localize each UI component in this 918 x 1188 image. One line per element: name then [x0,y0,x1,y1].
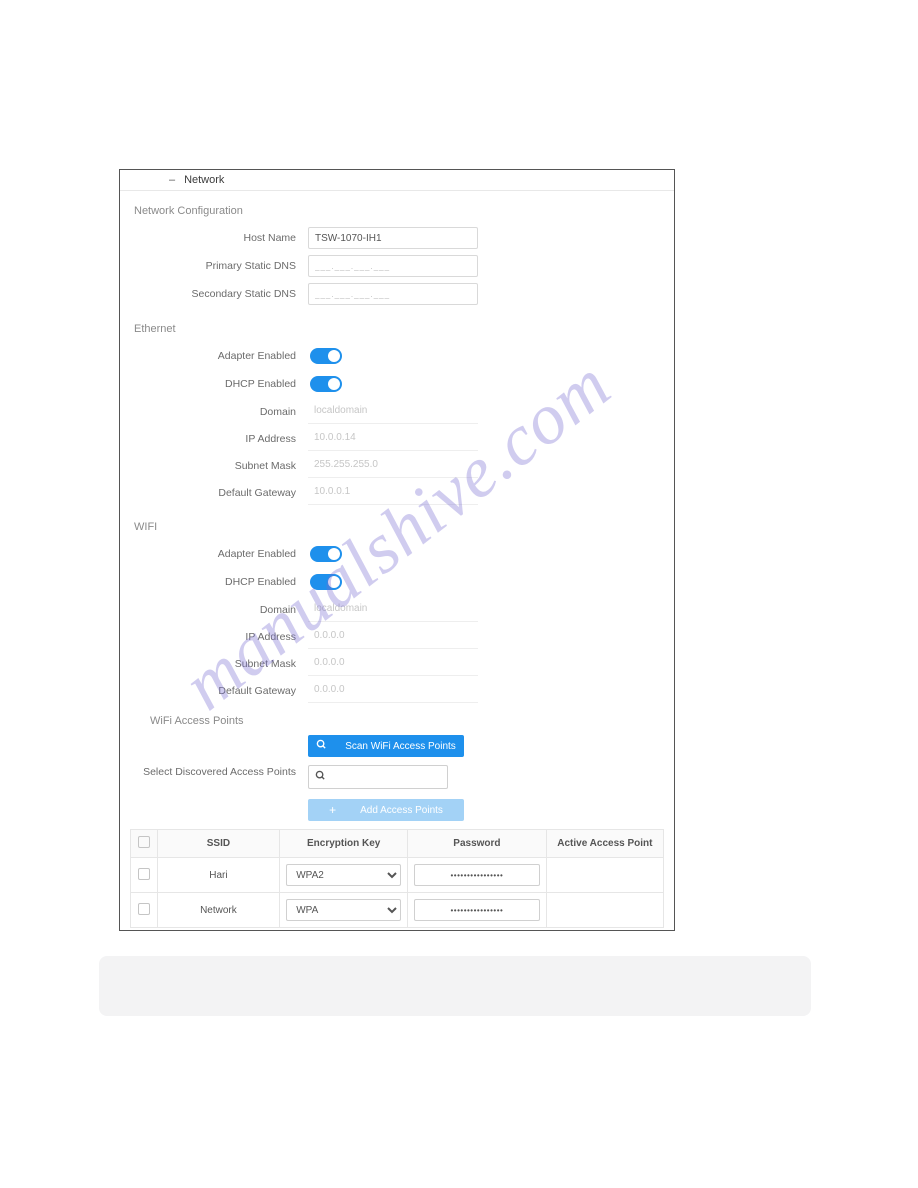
table-row: Hari WPA2 [131,858,664,893]
scan-wifi-label: Scan WiFi Access Points [345,741,456,752]
row-checkbox[interactable] [138,868,150,880]
label-primary-dns: Primary Static DNS [120,260,308,272]
password-input[interactable] [414,899,540,921]
label-wifi-subnet: Subnet Mask [120,658,308,670]
collapse-icon: – [168,174,176,186]
label-eth-subnet: Subnet Mask [120,460,308,472]
label-eth-dhcp-enabled: DHCP Enabled [120,378,308,390]
add-ap-label: Add Access Points [360,805,443,816]
wifi-ip-value: 0.0.0.0 [308,625,478,649]
encryption-select[interactable]: WPA2 [286,864,401,886]
label-eth-ip: IP Address [120,433,308,445]
eth-adapter-toggle[interactable] [310,348,342,364]
primary-dns-input[interactable] [308,255,478,277]
label-select-discovered: Select Discovered Access Points [120,761,308,778]
discovered-ap-search[interactable] [308,765,448,789]
wifi-adapter-toggle[interactable] [310,546,342,562]
th-password: Password [408,830,547,858]
accordion-title: Network [184,174,224,186]
active-cell [546,893,663,928]
section-ethernet: Ethernet [120,309,674,341]
th-encryption: Encryption Key [280,830,408,858]
search-icon [315,770,326,784]
wifi-dhcp-toggle[interactable] [310,574,342,590]
eth-dhcp-toggle[interactable] [310,376,342,392]
th-ssid: SSID [157,830,280,858]
label-host-name: Host Name [120,232,308,244]
accordion-header-network[interactable]: – Network [120,170,674,191]
th-active: Active Access Point [546,830,663,858]
section-wifi-access-points: WiFi Access Points [120,705,674,731]
add-access-points-button[interactable]: + Add Access Points [308,799,464,821]
eth-gateway-value: 10.0.0.1 [308,481,478,505]
secondary-dns-input[interactable] [308,283,478,305]
wifi-subnet-value: 0.0.0.0 [308,652,478,676]
label-wifi-ip: IP Address [120,631,308,643]
wifi-gateway-value: 0.0.0.0 [308,679,478,703]
select-all-checkbox[interactable] [138,836,150,848]
label-wifi-adapter-enabled: Adapter Enabled [120,548,308,560]
label-wifi-domain: Domain [120,604,308,616]
search-icon [316,739,327,753]
footer-placeholder [99,956,811,1016]
ssid-cell: Network [157,893,280,928]
section-network-config: Network Configuration [120,191,674,223]
label-eth-gateway: Default Gateway [120,487,308,499]
label-wifi-gateway: Default Gateway [120,685,308,697]
table-row: Network WPA [131,893,664,928]
wifi-domain-value: localdomain [308,598,478,622]
label-eth-domain: Domain [120,406,308,418]
access-points-table: SSID Encryption Key Password Active Acce… [130,829,664,928]
eth-ip-value: 10.0.0.14 [308,427,478,451]
password-input[interactable] [414,864,540,886]
section-wifi: WIFI [120,507,674,539]
active-cell [546,858,663,893]
network-settings-panel: – Network Network Configuration Host Nam… [119,169,675,931]
scan-wifi-button[interactable]: Scan WiFi Access Points [308,735,464,757]
label-wifi-dhcp-enabled: DHCP Enabled [120,576,308,588]
row-checkbox[interactable] [138,903,150,915]
label-secondary-dns: Secondary Static DNS [120,288,308,300]
host-name-input[interactable] [308,227,478,249]
eth-domain-value: localdomain [308,400,478,424]
ssid-cell: Hari [157,858,280,893]
plus-icon: + [329,803,336,817]
eth-subnet-value: 255.255.255.0 [308,454,478,478]
th-checkbox [131,830,158,858]
encryption-select[interactable]: WPA [286,899,401,921]
label-eth-adapter-enabled: Adapter Enabled [120,350,308,362]
